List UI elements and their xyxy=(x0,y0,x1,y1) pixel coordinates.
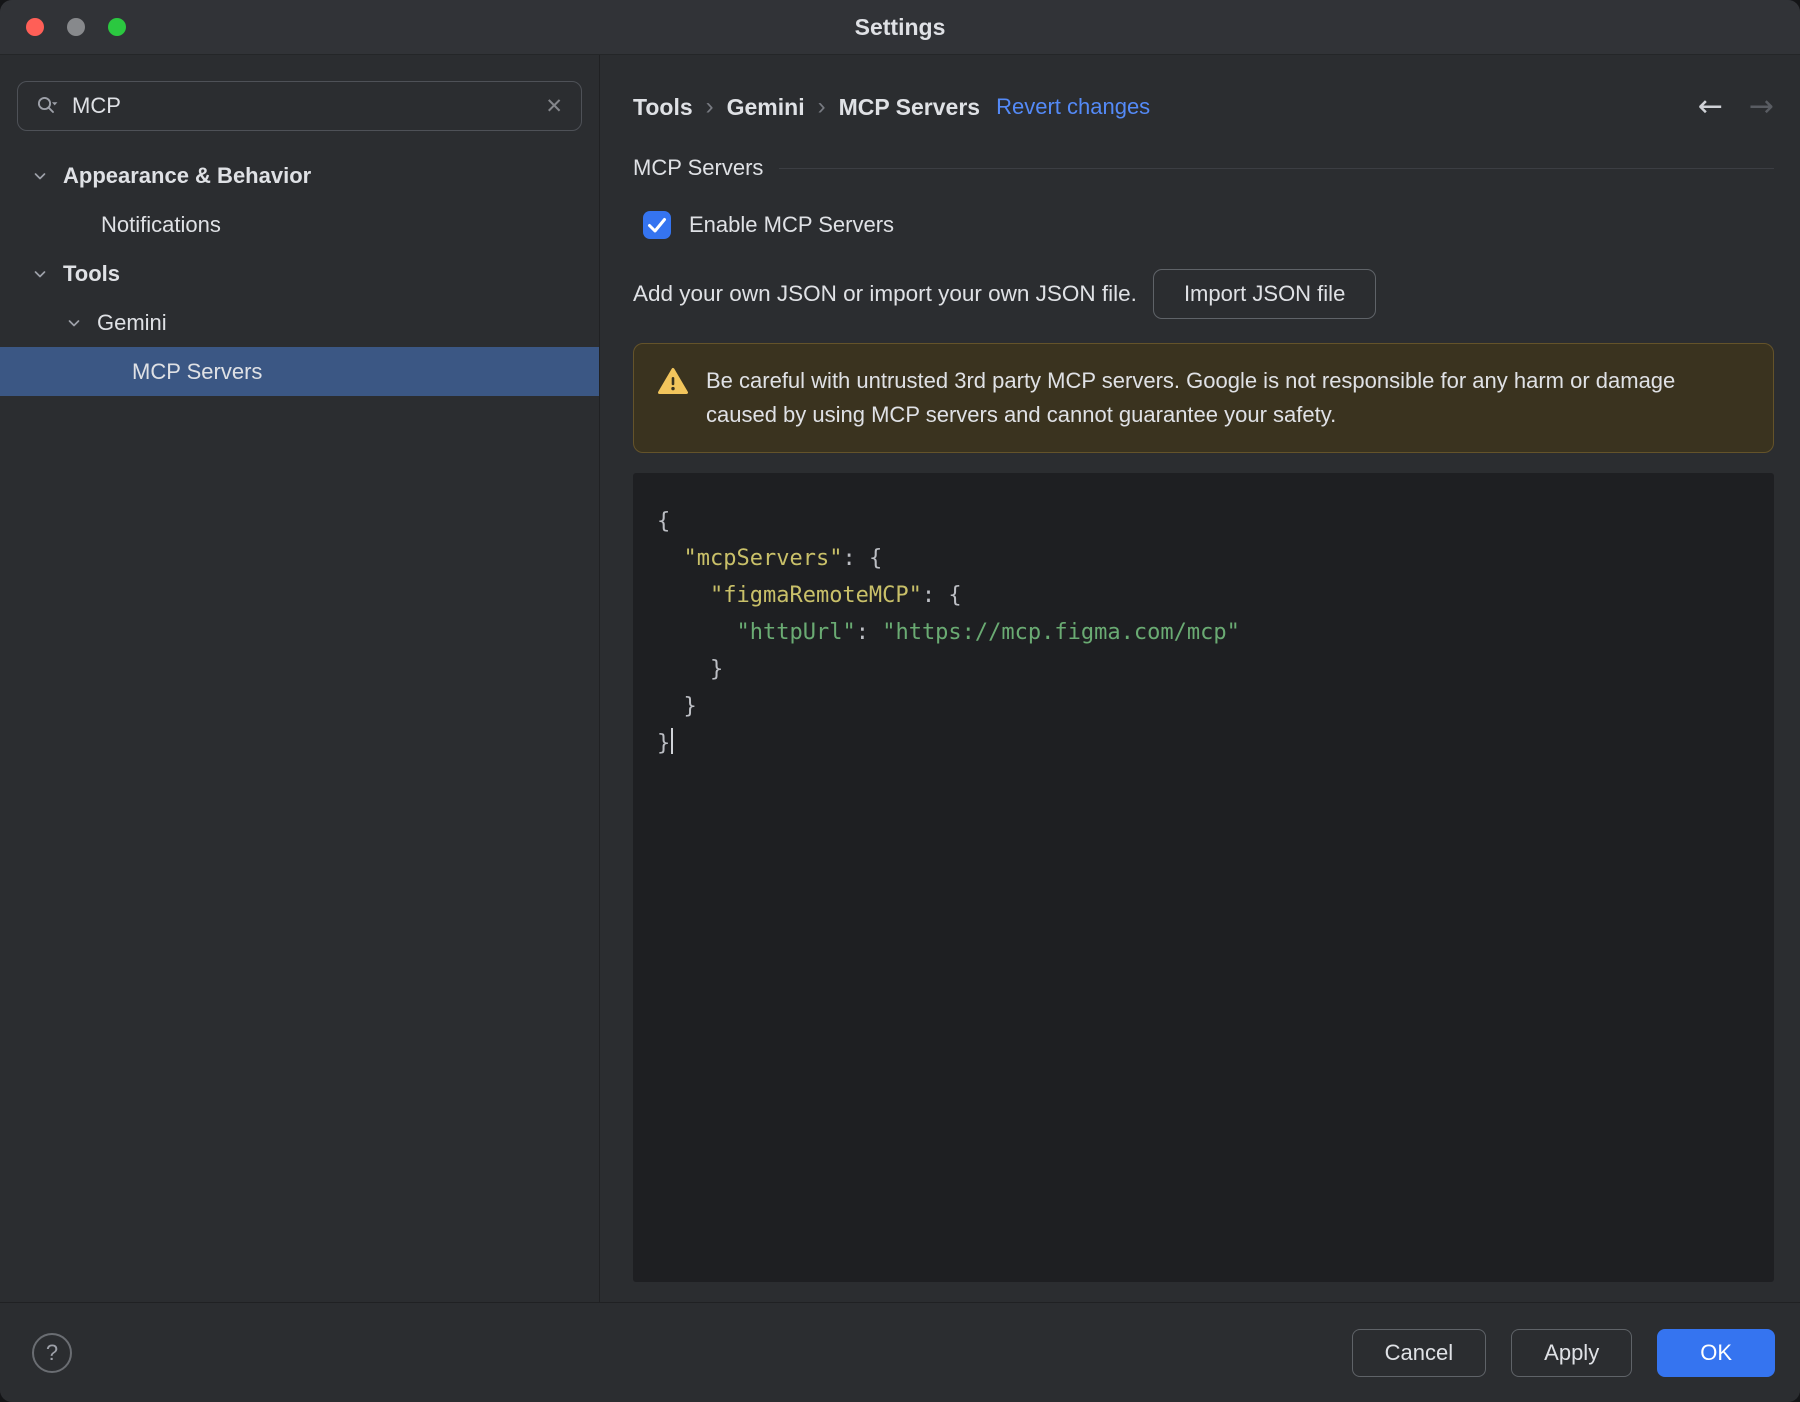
search-value: MCP xyxy=(72,93,121,118)
header-row: Tools › Gemini › MCP Servers Revert changes … xyxy=(633,91,1774,123)
zoom-button[interactable] xyxy=(108,18,126,36)
code-token: "httpUrl" xyxy=(736,620,856,645)
sidebar-item-appearance-behavior[interactable]: Appearance & Behavior xyxy=(0,151,599,200)
breadcrumb-item[interactable]: Tools xyxy=(633,94,693,121)
warning-icon xyxy=(658,364,688,400)
cancel-button[interactable]: Cancel xyxy=(1351,1328,1487,1377)
warning-text: Be careful with untrusted 3rd party MCP … xyxy=(706,368,1676,427)
code-line: } xyxy=(657,688,1750,725)
breadcrumb-item[interactable]: MCP Servers xyxy=(839,94,981,121)
json-editor-content: { "mcpServers": { "figmaRemoteMCP": { "h… xyxy=(633,473,1774,792)
breadcrumb: Tools › Gemini › MCP Servers xyxy=(633,93,980,121)
section-title: MCP Servers xyxy=(633,155,764,180)
sidebar-item-label: Notifications xyxy=(101,211,221,237)
sidebar-item-notifications[interactable]: Notifications xyxy=(0,200,599,249)
code-token: { xyxy=(657,509,671,534)
breadcrumb-item[interactable]: Gemini xyxy=(727,94,805,121)
ok-button[interactable]: OK xyxy=(1657,1328,1775,1377)
clear-search-icon[interactable]: ✕ xyxy=(543,94,565,119)
main-area: MCP ✕ Appearance & Behavior Notifications… xyxy=(0,55,1800,1302)
code-line: { xyxy=(657,503,1750,540)
code-token: : xyxy=(921,583,949,608)
forward-button[interactable]: → xyxy=(1749,92,1774,122)
help-button[interactable]: ? xyxy=(32,1332,72,1373)
chevron-down-icon[interactable] xyxy=(66,315,82,331)
settings-sidebar: MCP ✕ Appearance & Behavior Notifications… xyxy=(0,55,600,1302)
json-editor[interactable]: { "mcpServers": { "figmaRemoteMCP": { "h… xyxy=(633,473,1774,1282)
back-button[interactable]: ← xyxy=(1698,92,1723,122)
sidebar-item-label: Gemini xyxy=(97,309,167,335)
enable-mcp-checkbox[interactable] xyxy=(643,211,671,239)
code-token: } xyxy=(657,731,671,756)
code-line: "httpUrl": "https://mcp.figma.com/mcp" xyxy=(657,614,1750,651)
code-token: : xyxy=(855,620,883,645)
close-button[interactable] xyxy=(26,18,44,36)
titlebar: Settings xyxy=(0,0,1800,55)
settings-tree: Appearance & Behavior Notifications Tools G… xyxy=(0,151,599,396)
chevron-down-icon[interactable] xyxy=(32,266,48,282)
import-description: Add your own JSON or import your own JSO… xyxy=(633,281,1137,306)
search-input[interactable]: MCP ✕ xyxy=(17,81,582,131)
code-line: } xyxy=(657,725,1750,762)
enable-mcp-row: Enable MCP Servers xyxy=(633,211,1774,239)
code-token: "mcpServers" xyxy=(683,546,843,571)
breadcrumb-separator: › xyxy=(817,93,826,120)
checkmark-icon xyxy=(648,218,666,233)
minimize-button[interactable] xyxy=(67,18,85,36)
import-json-button[interactable]: Import JSON file xyxy=(1152,269,1377,319)
traffic-lights xyxy=(26,0,126,54)
sidebar-item-label: Tools xyxy=(63,260,121,286)
enable-mcp-label: Enable MCP Servers xyxy=(689,212,895,237)
sidebar-item-gemini[interactable]: Gemini xyxy=(0,298,599,347)
sidebar-item-label: MCP Servers xyxy=(132,358,263,384)
history-nav: ← → xyxy=(1698,92,1774,122)
code-line: "mcpServers": { xyxy=(657,540,1750,577)
revert-changes-link[interactable]: Revert changes xyxy=(996,94,1150,120)
code-token: "figmaRemoteMCP" xyxy=(709,583,922,608)
settings-content: Tools › Gemini › MCP Servers Revert changes … xyxy=(600,55,1800,1302)
code-token: } xyxy=(657,657,724,682)
code-line: "figmaRemoteMCP": { xyxy=(657,577,1750,614)
warning-banner: Be careful with untrusted 3rd party MCP … xyxy=(633,343,1774,453)
breadcrumb-separator: › xyxy=(705,93,714,120)
window-title: Settings xyxy=(854,13,946,40)
footer-buttons: Cancel Apply OK xyxy=(1351,1328,1775,1377)
code-token: "https://mcp.figma.com/mcp" xyxy=(882,620,1240,645)
text-caret xyxy=(671,728,674,754)
section-header: MCP Servers xyxy=(633,155,1774,181)
chevron-down-icon[interactable] xyxy=(32,168,48,184)
import-row: Add your own JSON or import your own JSO… xyxy=(633,269,1774,319)
code-token: } xyxy=(657,694,697,719)
section-divider xyxy=(779,167,1774,169)
sidebar-item-tools[interactable]: Tools xyxy=(0,249,599,298)
code-token: { xyxy=(868,546,883,571)
sidebar-item-label: Appearance & Behavior xyxy=(63,162,312,188)
code-token: : xyxy=(842,546,869,571)
search-icon xyxy=(34,93,60,119)
apply-button[interactable]: Apply xyxy=(1511,1328,1633,1377)
footer: ? Cancel Apply OK xyxy=(0,1302,1800,1402)
sidebar-item-mcp-servers[interactable]: MCP Servers xyxy=(0,347,599,396)
code-line: } xyxy=(657,651,1750,688)
settings-window: Settings MCP ✕ Appearance & Behavior Noti… xyxy=(0,0,1800,1402)
code-token: { xyxy=(948,583,962,608)
